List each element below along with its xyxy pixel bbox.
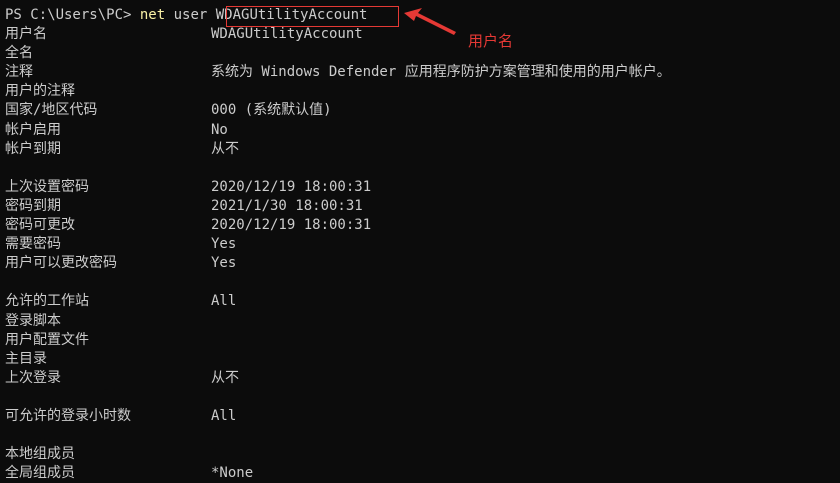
field-label: 国家/地区代码 (5, 102, 98, 119)
prompt-path: PS C:\Users\PC> (5, 7, 140, 23)
field-value: *None (211, 465, 254, 482)
field-label: 可允许的登录小时数 (5, 408, 131, 424)
field-label: 密码到期 (5, 197, 61, 214)
command-name: net (139, 7, 166, 23)
terminal-window[interactable]: PS C:\Users\PC> net user WDAGUtilityAcco… (0, 0, 840, 481)
field-label: 允许的工作站 (5, 293, 89, 310)
field-value: 2020/12/19 18:00:31 (211, 217, 372, 233)
field-value: 2021/1/30 18:00:31 (211, 197, 363, 214)
username-highlight-box (226, 6, 399, 27)
field-value: All (211, 293, 237, 310)
field-value: 从不 (211, 140, 239, 157)
field-value: No (211, 121, 228, 138)
field-value: Yes (211, 236, 237, 253)
field-label: 登录脚本 (5, 312, 61, 329)
field-label: 用户配置文件 (5, 331, 89, 348)
field-value: 2020/12/19 18:00:31 (211, 178, 372, 195)
field-label: 全名 (5, 45, 33, 62)
field-label: 需要密码 (5, 236, 61, 253)
field-value: 从不 (211, 369, 239, 386)
field-value: 系统为 Windows Defender 应用程序防护方案管理和使用的用户帐户。 (211, 64, 671, 81)
annotation-arrow-icon (404, 8, 456, 35)
field-value: All (211, 408, 237, 424)
field-label: 帐户到期 (5, 140, 61, 157)
field-label: 全局组成员 (5, 465, 75, 482)
field-label: 主目录 (5, 350, 47, 367)
field-label: 注释 (5, 64, 33, 81)
field-label: 用户名 (5, 26, 47, 42)
field-label: 上次登录 (5, 369, 61, 386)
field-value: WDAGUtilityAccount (211, 26, 363, 42)
field-value: Yes (211, 255, 237, 272)
field-value: 000 (系统默认值) (211, 102, 332, 119)
command-args: user (165, 7, 216, 23)
field-label: 用户的注释 (5, 83, 75, 100)
annotation-label: 用户名 (468, 32, 514, 50)
field-label: 上次设置密码 (5, 178, 89, 195)
field-label: 本地组成员 (5, 446, 75, 463)
field-label: 用户可以更改密码 (5, 255, 117, 272)
field-label: 帐户启用 (5, 121, 61, 138)
field-label: 密码可更改 (5, 217, 75, 233)
